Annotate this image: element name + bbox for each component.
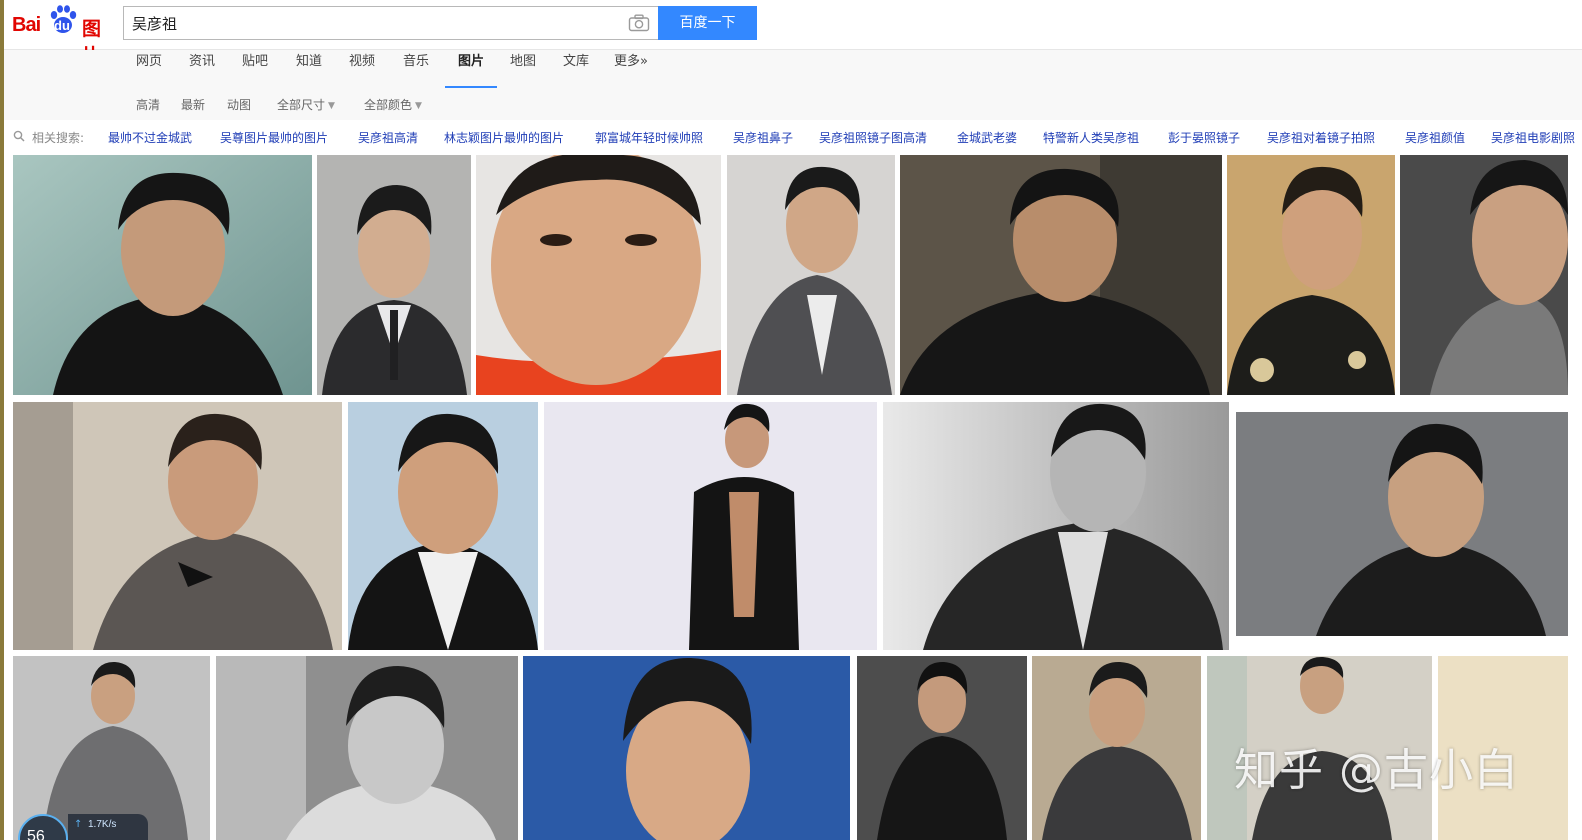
tab-zhidao[interactable]: 知道 — [296, 50, 322, 88]
related-link[interactable]: 吴尊图片最帅的图片 — [220, 129, 328, 146]
filter-bar: 高清 最新 动图 全部尺寸 ▼ 全部颜色 ▼ — [0, 88, 1582, 120]
related-link[interactable]: 吴彦祖颜值 — [1405, 129, 1465, 146]
tab-map[interactable]: 地图 — [510, 50, 536, 88]
network-speed-widget: 56 ↑ 1.7K/s — [18, 808, 148, 840]
speed-value: 56 — [27, 828, 45, 840]
image-thumbnail[interactable] — [1400, 155, 1568, 395]
related-link[interactable]: 吴彦祖高清 — [358, 129, 418, 146]
tab-video[interactable]: 视频 — [349, 50, 375, 88]
image-thumbnail[interactable] — [1236, 412, 1568, 636]
image-thumbnail[interactable] — [883, 402, 1229, 650]
related-label: 相关搜索: — [32, 131, 85, 145]
related-link[interactable]: 金城武老婆 — [957, 129, 1017, 146]
related-link[interactable]: 郭富城年轻时候帅照 — [595, 129, 703, 146]
logo-du: du — [54, 18, 70, 33]
tab-music[interactable]: 音乐 — [403, 50, 429, 88]
chevron-down-icon: ▼ — [328, 101, 335, 111]
related-searches: 相关搜索: 最帅不过金城武 吴尊图片最帅的图片 吴彦祖高清 林志颖图片最帅的图片… — [0, 120, 1582, 152]
image-thumbnail[interactable] — [216, 656, 518, 840]
search-box — [123, 6, 658, 40]
tab-images[interactable]: 图片 — [445, 50, 497, 88]
image-thumbnail[interactable] — [13, 155, 312, 395]
related-link[interactable]: 最帅不过金城武 — [108, 129, 192, 146]
tab-tieba[interactable]: 贴吧 — [242, 50, 268, 88]
window-edge — [0, 0, 4, 840]
search-input[interactable] — [132, 7, 612, 39]
image-thumbnail[interactable] — [348, 402, 538, 650]
image-thumbnail[interactable] — [1032, 656, 1201, 840]
page: Bai du 图片 百度一下 网页 资讯 贴吧 知道 视频 — [0, 0, 1582, 840]
watermark: 知乎 @古小白 — [1234, 745, 1519, 796]
image-thumbnail[interactable] — [900, 155, 1222, 395]
filter-animated[interactable]: 动图 — [227, 96, 251, 113]
logo-bai: Bai — [12, 14, 41, 36]
image-thumbnail[interactable] — [476, 155, 721, 395]
image-thumbnail[interactable] — [1227, 155, 1395, 395]
image-thumbnail[interactable] — [544, 402, 877, 650]
camera-icon[interactable] — [628, 14, 650, 32]
speed-gauge: 56 — [18, 814, 68, 840]
related-link[interactable]: 吴彦祖照镜子图高清 — [819, 129, 927, 146]
related-link[interactable]: 吴彦祖鼻子 — [733, 129, 793, 146]
search-icon — [13, 130, 25, 142]
search-button[interactable]: 百度一下 — [658, 6, 757, 40]
chevron-down-icon: ▼ — [415, 101, 422, 111]
baidu-logo[interactable]: Bai du 图片 — [12, 4, 116, 67]
filter-color-label: 全部颜色 — [364, 98, 413, 112]
related-link[interactable]: 吴彦祖对着镜子拍照 — [1267, 129, 1375, 146]
upload-arrow-icon: ↑ — [74, 819, 83, 830]
filter-size-label: 全部尺寸 — [277, 98, 326, 112]
filter-color-dropdown[interactable]: 全部颜色 ▼ — [364, 96, 422, 113]
related-link[interactable]: 特警新人类吴彦祖 — [1043, 129, 1139, 146]
image-thumbnail[interactable] — [317, 155, 471, 395]
related-link[interactable]: 林志颖图片最帅的图片 — [444, 129, 564, 146]
filter-size-dropdown[interactable]: 全部尺寸 ▼ — [277, 96, 335, 113]
filter-latest[interactable]: 最新 — [181, 96, 205, 113]
image-thumbnail[interactable] — [727, 155, 895, 395]
header: Bai du 图片 百度一下 — [0, 0, 1582, 67]
speed-rate: 1.7K/s — [88, 819, 117, 830]
nav-tabs: 网页 资讯 贴吧 知道 视频 音乐 图片 地图 文库 更多» — [0, 50, 1582, 88]
filter-hd[interactable]: 高清 — [136, 96, 160, 113]
image-thumbnail[interactable] — [523, 656, 850, 840]
tab-web[interactable]: 网页 — [136, 50, 162, 88]
tab-more[interactable]: 更多» — [614, 50, 648, 88]
tab-news[interactable]: 资讯 — [189, 50, 215, 88]
related-link[interactable]: 吴彦祖电影剧照 — [1491, 129, 1575, 146]
image-thumbnail[interactable] — [13, 402, 342, 650]
tab-wenku[interactable]: 文库 — [563, 50, 589, 88]
image-thumbnail[interactable] — [857, 656, 1027, 840]
related-link[interactable]: 彭于晏照镜子 — [1168, 129, 1240, 146]
